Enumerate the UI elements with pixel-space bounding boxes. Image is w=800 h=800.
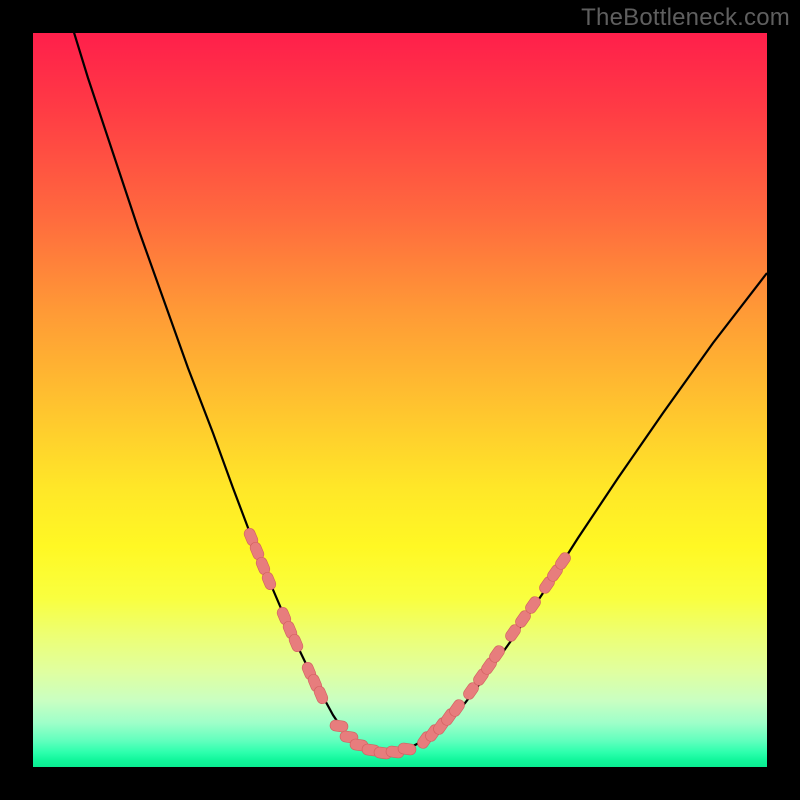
plot-area bbox=[33, 33, 767, 767]
chart-frame: TheBottleneck.com bbox=[0, 0, 800, 800]
curve-svg bbox=[33, 33, 767, 767]
curve-markers bbox=[242, 527, 572, 760]
marker-dot bbox=[329, 719, 348, 732]
bottleneck-curve bbox=[68, 33, 767, 753]
watermark-text: TheBottleneck.com bbox=[581, 4, 790, 32]
